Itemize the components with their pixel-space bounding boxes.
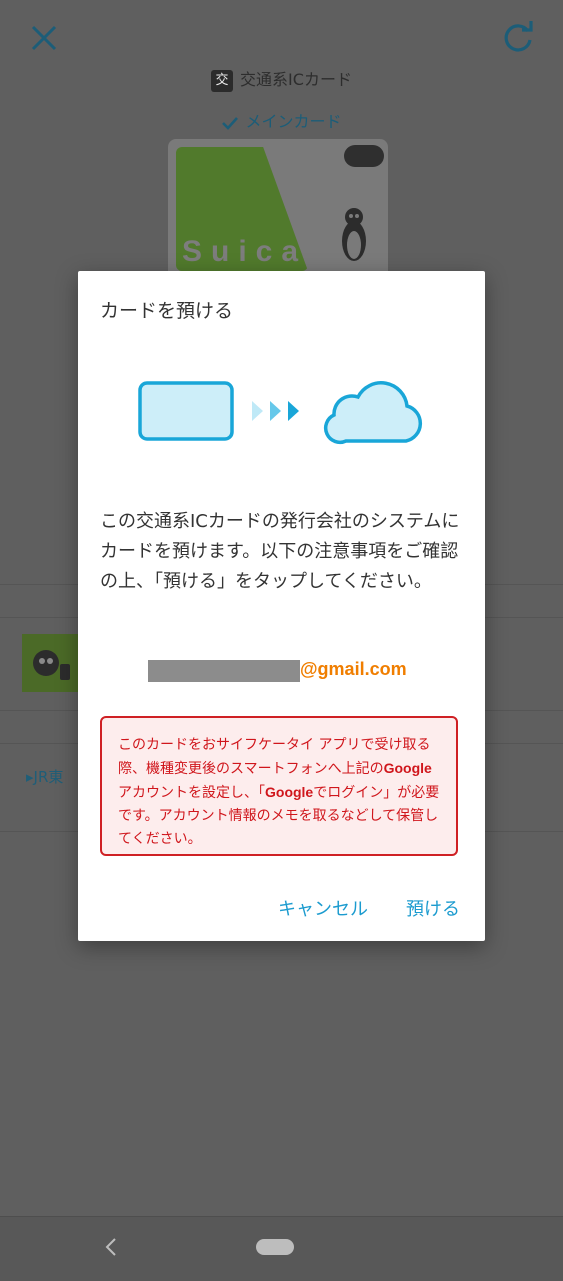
penguin-thumbnail-icon bbox=[33, 650, 70, 680]
card-to-cloud-illustration bbox=[138, 381, 423, 445]
check-icon bbox=[222, 116, 239, 130]
refresh-icon[interactable] bbox=[498, 18, 538, 58]
triangle-icon: ▸ bbox=[26, 768, 34, 786]
card-brand-text: Suica bbox=[182, 235, 308, 268]
cancel-button[interactable]: キャンセル bbox=[278, 895, 368, 921]
suica-card-image: Suica bbox=[168, 139, 388, 279]
card-type-label: 交交通系ICカード bbox=[0, 66, 563, 92]
jr-east-link-text: JR東 bbox=[33, 768, 64, 786]
main-card-label: メインカード bbox=[245, 112, 342, 131]
card-type-text: 交通系ICカード bbox=[240, 70, 352, 89]
jr-east-link[interactable]: ▸JR東 bbox=[26, 766, 63, 787]
email-redaction-bar bbox=[148, 660, 300, 682]
card-icon bbox=[138, 381, 234, 441]
penguin-icon bbox=[342, 208, 366, 261]
system-navigation-bar bbox=[0, 1216, 563, 1281]
ic-logo-icon bbox=[344, 145, 384, 167]
main-card-indicator: メインカード bbox=[0, 108, 563, 132]
dialog-title: カードを預ける bbox=[100, 300, 234, 322]
warning-google-text: Google bbox=[383, 760, 432, 776]
warning-text: アカウントを設定し、「 bbox=[118, 785, 265, 801]
warning-notice: このカードをおサイフケータイ アプリで受け取る際、機種変更後のスマートフォンへ上… bbox=[100, 716, 458, 856]
card-thumbnail bbox=[22, 634, 78, 692]
close-icon[interactable] bbox=[24, 18, 64, 58]
email-domain: @gmail.com bbox=[300, 659, 407, 679]
warning-google-text: Google bbox=[265, 784, 314, 800]
deposit-button[interactable]: 預ける bbox=[406, 895, 460, 921]
home-pill-icon[interactable] bbox=[256, 1239, 294, 1255]
back-icon[interactable] bbox=[100, 1235, 124, 1259]
deposit-card-dialog: カードを預ける この交通系ICカードの発行会社のシステムにカードを預けます。以下… bbox=[78, 271, 485, 941]
arrow-icon bbox=[252, 401, 299, 421]
dialog-message: この交通系ICカードの発行会社のシステムにカードを預けます。以下の注意事項をご確… bbox=[100, 511, 460, 592]
transit-card-badge-icon: 交 bbox=[211, 69, 234, 92]
cloud-icon bbox=[323, 381, 423, 445]
